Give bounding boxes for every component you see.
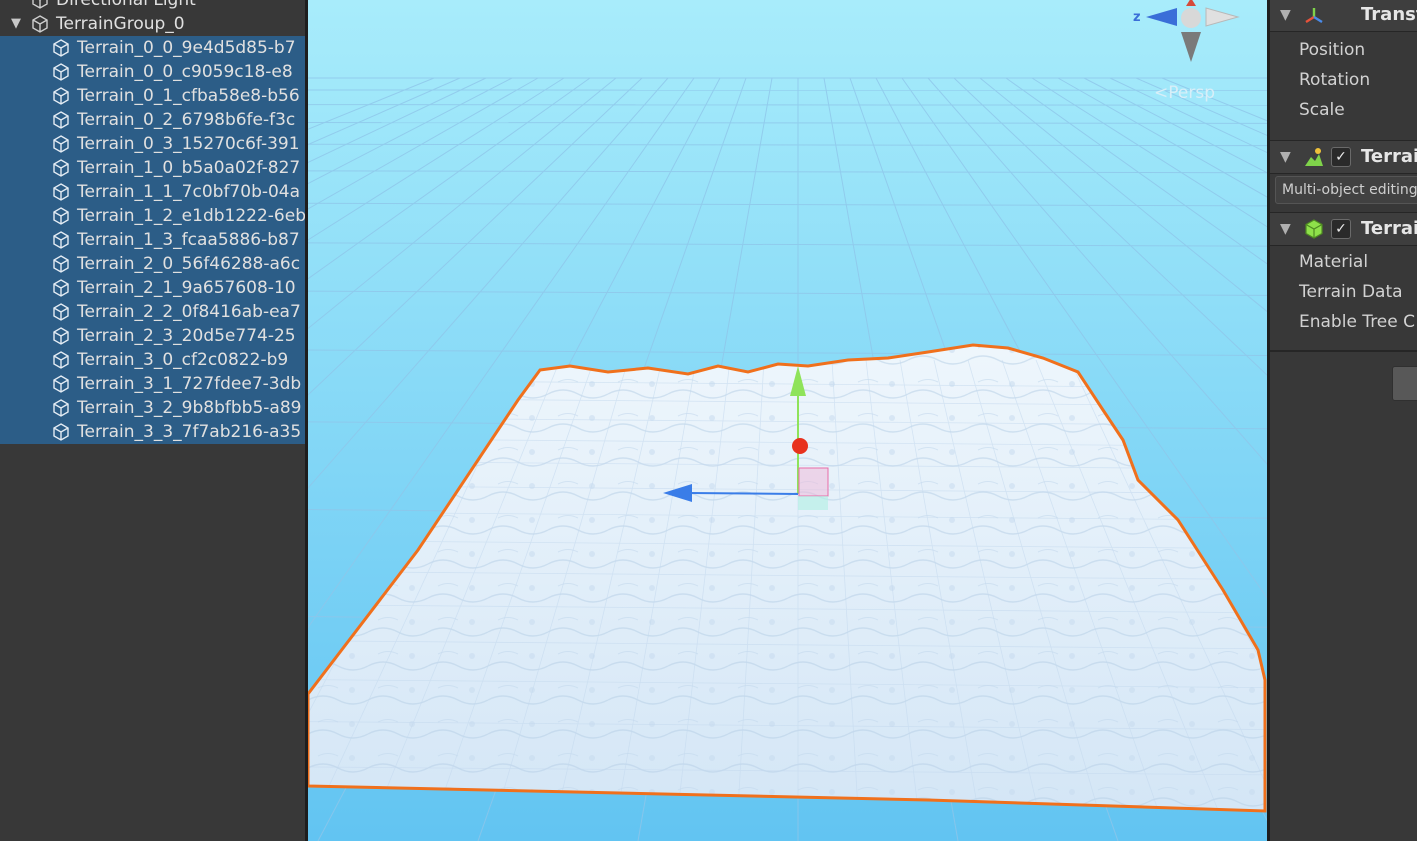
scale-label: Scale [1299, 100, 1345, 120]
hierarchy-item-label: Terrain_1_3_fcaa5886-b87 [77, 230, 300, 250]
hierarchy-item-label: Terrain_0_2_6798b6fe-f3c [77, 110, 296, 130]
terrain-object-icon [53, 159, 69, 177]
hierarchy-item-label: Terrain_2_3_20d5e774-25 [77, 326, 296, 346]
add-component-button[interactable] [1392, 366, 1417, 401]
hierarchy-item-terrain[interactable]: Terrain_1_3_fcaa5886-b87 [0, 228, 305, 252]
hierarchy-item-label: Terrain_0_0_c9059c18-e8 [77, 62, 293, 82]
hierarchy-item-label: Terrain_0_0_9e4d5d85-b7 [77, 38, 296, 58]
hierarchy-panel: Directional Light ▼ TerrainGroup_0 Terra… [0, 0, 305, 841]
terrain-object-icon [53, 39, 69, 57]
plane-handle-xy[interactable] [798, 467, 829, 497]
terrain-object-icon [53, 327, 69, 345]
component-title: Transf [1361, 4, 1417, 25]
transform-component-header[interactable]: ▼ Transf [1270, 0, 1417, 32]
hierarchy-item-terrain[interactable]: Terrain_2_1_9a657608-10 [0, 276, 305, 300]
hierarchy-item-label: Terrain_1_1_7c0bf70b-04a [77, 182, 301, 202]
hierarchy-item-terrain[interactable]: Terrain_3_3_7f7ab216-a35 [0, 420, 305, 444]
component-title: Terrai [1361, 146, 1417, 167]
hierarchy-item-terrain[interactable]: Terrain_3_0_cf2c0822-b9 [0, 348, 305, 372]
hierarchy-item-label: Directional Light [56, 0, 196, 10]
rotation-label: Rotation [1299, 70, 1371, 90]
terrain-object-icon [53, 351, 69, 369]
hierarchy-item-terrain[interactable]: Terrain_0_0_c9059c18-e8 [0, 60, 305, 84]
terrain-object-icon [53, 303, 69, 321]
gameobject-icon [32, 0, 48, 9]
terrain-data-label: Terrain Data [1299, 282, 1403, 302]
terrain-object-icon [53, 255, 69, 273]
terrain-enabled-checkbox[interactable]: ✓ [1331, 147, 1351, 167]
scene-view[interactable]: z <Persp [308, 0, 1267, 841]
foldout-arrow-icon[interactable]: ▼ [1280, 221, 1291, 237]
gizmo-center[interactable] [1181, 8, 1201, 28]
component-title: Terrai [1361, 218, 1417, 239]
hierarchy-item-terrain[interactable]: Terrain_3_1_727fdee7-3db [0, 372, 305, 396]
hierarchy-item-terrain[interactable]: Terrain_3_2_9b8bfbb5-a89 [0, 396, 305, 420]
terrain-object-icon [53, 399, 69, 417]
terrain-object-icon [53, 135, 69, 153]
scene-canvas[interactable]: z <Persp [308, 0, 1267, 841]
hierarchy-item-label: TerrainGroup_0 [56, 14, 185, 34]
hierarchy-item-terrain[interactable]: Terrain_0_1_cfba58e8-b56 [0, 84, 305, 108]
terrain-object-icon [53, 111, 69, 129]
position-label: Position [1299, 40, 1366, 60]
enable-tree-colliders-label: Enable Tree C [1299, 312, 1416, 332]
foldout-arrow-icon[interactable]: ▼ [11, 12, 21, 36]
terrain-object-icon [53, 231, 69, 249]
inspector-panel: ▼ Transf Position Rotation Scale ▼ ✓ Ter… [1270, 0, 1417, 841]
hierarchy-item-label: Terrain_2_2_0f8416ab-ea7 [77, 302, 301, 322]
hierarchy-item-terraingroup[interactable]: ▼ TerrainGroup_0 [0, 12, 305, 36]
hierarchy-item-terrain[interactable]: Terrain_0_3_15270c6f-391 [0, 132, 305, 156]
collider-icon [1305, 219, 1323, 239]
plane-handle-xz[interactable] [798, 496, 828, 510]
inspector-divider [1270, 350, 1417, 352]
hierarchy-item-label: Terrain_1_2_e1db1222-6eb [77, 206, 305, 226]
z-axis-handle[interactable] [689, 492, 799, 495]
collider-enabled-checkbox[interactable]: ✓ [1331, 219, 1351, 239]
hierarchy-item-label: Terrain_3_3_7f7ab216-a35 [77, 422, 302, 442]
terrain-object-icon [53, 183, 69, 201]
terrain-icon [1305, 148, 1323, 166]
hierarchy-item-label: Terrain_2_0_56f46288-a6c [77, 254, 301, 274]
pivot-point [792, 438, 808, 454]
terrain-object-icon [53, 207, 69, 225]
gizmo-axis-label: z [1133, 10, 1141, 25]
terrain-object-icon [53, 423, 69, 441]
hierarchy-item-terrain[interactable]: Terrain_1_2_e1db1222-6eb [0, 204, 305, 228]
terrain-object-icon [53, 87, 69, 105]
hierarchy-item-terrain[interactable]: Terrain_2_2_0f8416ab-ea7 [0, 300, 305, 324]
hierarchy-item-directional-light[interactable]: Directional Light [0, 0, 305, 12]
hierarchy-item-label: Terrain_0_3_15270c6f-391 [77, 134, 300, 154]
terrain-object-icon [53, 375, 69, 393]
projection-label[interactable]: <Persp [1154, 83, 1215, 103]
hierarchy-item-terrain[interactable]: Terrain_2_0_56f46288-a6c [0, 252, 305, 276]
terrain-object-icon [53, 279, 69, 297]
hierarchy-item-terrain[interactable]: Terrain_0_0_9e4d5d85-b7 [0, 36, 305, 60]
hierarchy-item-terrain[interactable]: Terrain_2_3_20d5e774-25 [0, 324, 305, 348]
hierarchy-item-terrain[interactable]: Terrain_1_1_7c0bf70b-04a [0, 180, 305, 204]
transform-icon [1305, 8, 1323, 24]
hierarchy-item-terrain[interactable]: Terrain_1_0_b5a0a02f-827 [0, 156, 305, 180]
hierarchy-item-label: Terrain_3_2_9b8bfbb5-a89 [77, 398, 302, 418]
terrain-object-icon [53, 63, 69, 81]
foldout-arrow-icon[interactable]: ▼ [1280, 7, 1291, 23]
hierarchy-item-label: Terrain_3_0_cf2c0822-b9 [77, 350, 289, 370]
terrain-collider-component-header[interactable]: ▼ ✓ Terrai [1270, 212, 1417, 246]
gameobject-icon [32, 15, 48, 33]
hierarchy-item-label: Terrain_2_1_9a657608-10 [77, 278, 296, 298]
hierarchy-item-terrain[interactable]: Terrain_0_2_6798b6fe-f3c [0, 108, 305, 132]
hierarchy-item-label: Terrain_1_0_b5a0a02f-827 [77, 158, 301, 178]
terrain-component-header[interactable]: ▼ ✓ Terrai [1270, 140, 1417, 174]
multi-object-editing-notice: Multi-object editing [1275, 176, 1417, 204]
foldout-arrow-icon[interactable]: ▼ [1280, 149, 1291, 165]
material-label: Material [1299, 252, 1369, 272]
hierarchy-item-label: Terrain_3_1_727fdee7-3db [77, 374, 302, 394]
hierarchy-item-label: Terrain_0_1_cfba58e8-b56 [77, 86, 300, 106]
